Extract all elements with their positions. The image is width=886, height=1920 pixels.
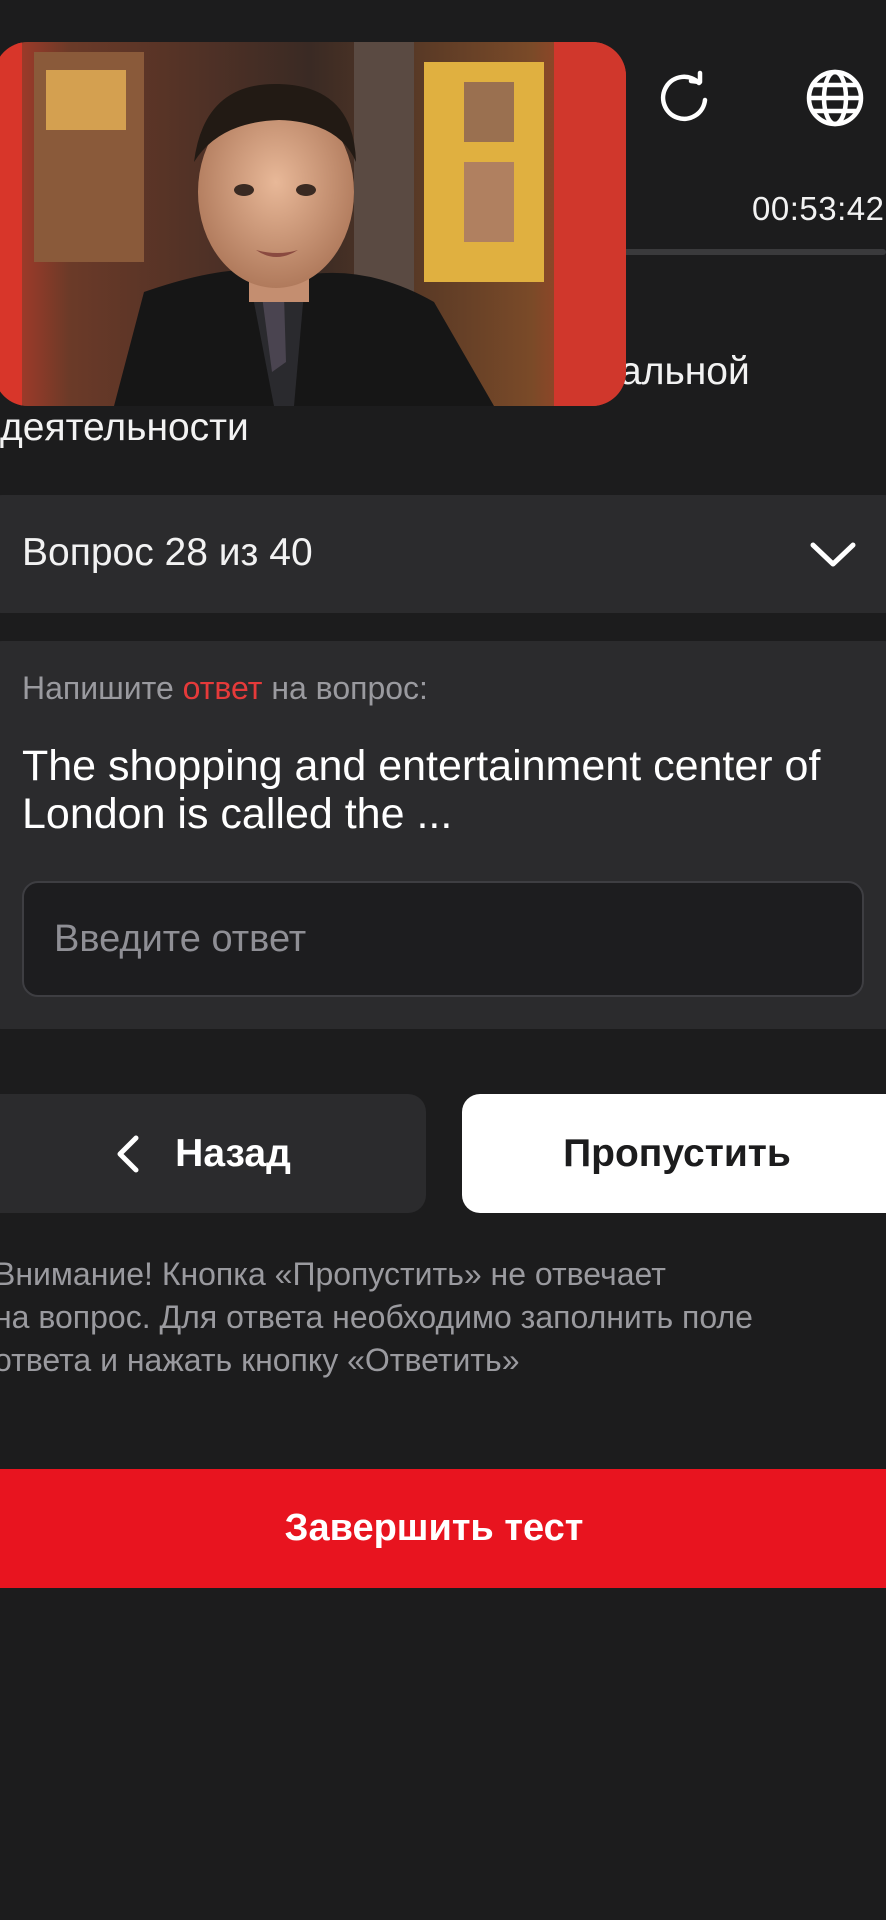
chevron-down-icon[interactable]: [808, 536, 858, 572]
question-prompt: Напишите ответ на вопрос:: [22, 670, 428, 707]
finish-test-button[interactable]: Завершить тест: [0, 1469, 886, 1588]
skip-warning: Внимание! Кнопка «Пропустить» не отвечае…: [0, 1253, 874, 1382]
skip-button[interactable]: Пропустить: [462, 1094, 886, 1213]
prompt-text-after: на вопрос:: [262, 670, 428, 706]
question-text: The shopping and entertainment center of…: [22, 742, 821, 838]
timer: 00:53:42: [752, 190, 885, 227]
refresh-icon[interactable]: [652, 66, 716, 130]
subject-title-line2: деятельности: [0, 406, 249, 449]
warning-line-2: на вопрос. Для ответа необходимо заполни…: [0, 1299, 753, 1335]
test-screen: 00:53:42 альной деятельности Вопрос 28 и…: [0, 0, 886, 1920]
skip-button-label: Пропустить: [563, 1131, 791, 1175]
back-button[interactable]: Назад: [0, 1094, 426, 1213]
prompt-accent-word: ответ: [182, 670, 263, 706]
timer-progress-track: [620, 249, 886, 255]
chevron-left-icon: [117, 1135, 139, 1172]
question-selector-label: Вопрос 28 из 40: [22, 531, 313, 574]
video-thumbnail[interactable]: [0, 42, 626, 406]
warning-line-1: Внимание! Кнопка «Пропустить» не отвечае…: [0, 1256, 666, 1292]
answer-input[interactable]: [22, 881, 864, 997]
finish-test-button-label: Завершить тест: [284, 1507, 584, 1549]
prompt-text-before: Напишите: [22, 670, 183, 706]
warning-line-3: ответа и нажать кнопку «Ответить»: [0, 1342, 520, 1378]
globe-icon[interactable]: [803, 66, 867, 130]
back-button-label: Назад: [175, 1131, 291, 1175]
subject-title-line1: альной: [620, 350, 750, 393]
